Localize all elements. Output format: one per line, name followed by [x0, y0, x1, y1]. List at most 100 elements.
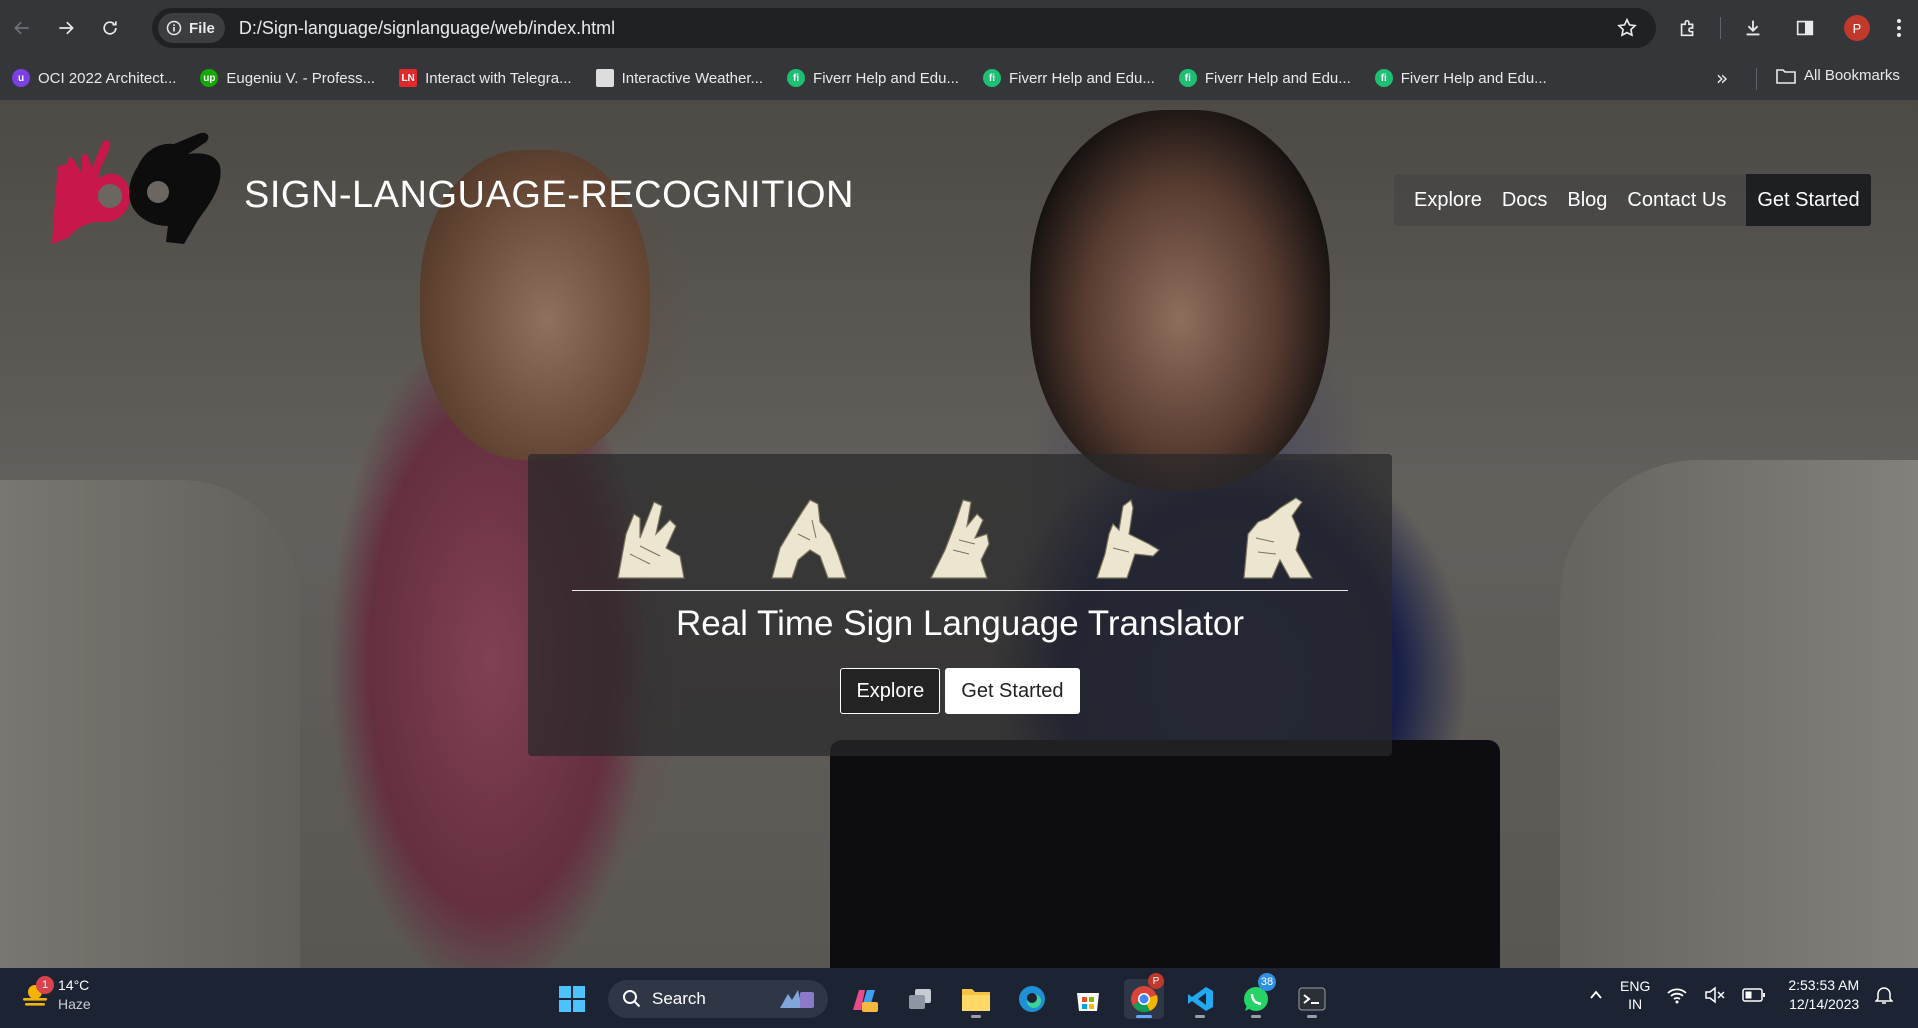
site-title[interactable]: SIGN-LANGUAGE-RECOGNITION	[244, 174, 854, 217]
taskbar-app-chrome[interactable]: P	[1124, 973, 1164, 1019]
whatsapp-unread-badge: 38	[1258, 973, 1276, 991]
bookmarks-divider	[1756, 68, 1757, 90]
bookmark-label: Fiverr Help and Edu...	[1400, 69, 1547, 87]
start-button[interactable]	[552, 979, 592, 1019]
taskbar-app-file-explorer[interactable]	[956, 979, 996, 1019]
bookmark-label: Fiverr Help and Edu...	[1008, 69, 1155, 87]
hero-get-started-button[interactable]: Get Started	[945, 668, 1080, 714]
clock-time: 2:53:53 AM	[1788, 977, 1860, 993]
bookmark-item[interactable]: up Eugeniu V. - Profess...	[200, 69, 375, 87]
bookmark-label: Eugeniu V. - Profess...	[226, 69, 376, 87]
hero-divider	[572, 590, 1348, 591]
bookmark-item[interactable]: LN Interact with Telegra...	[399, 69, 572, 87]
bookmarks-bar: u OCI 2022 Architect... up Eugeniu V. - Pro…	[0, 56, 1918, 100]
back-button[interactable]	[0, 6, 44, 50]
menu-button[interactable]	[1889, 8, 1909, 48]
all-bookmarks-label: All Bookmarks	[1804, 67, 1900, 84]
bookmark-label: Fiverr Help and Edu...	[813, 69, 959, 87]
puzzle-icon	[1680, 19, 1694, 37]
address-bar[interactable]: File D:/Sign-language/signlanguage/web/i…	[152, 8, 1656, 48]
fiverr-icon: fi	[787, 69, 806, 87]
site-logo[interactable]	[48, 126, 224, 248]
reload-icon	[103, 21, 117, 35]
search-icon	[623, 990, 641, 1008]
bookmark-item[interactable]: Interactive Weather...	[595, 69, 764, 87]
black-hand-icon	[129, 132, 221, 244]
folder-icon	[1776, 68, 1796, 84]
edge-icon	[1019, 986, 1045, 1012]
bookmark-item[interactable]: fi Fiverr Help and Edu...	[982, 69, 1155, 87]
hero-card: Real Time Sign Language Translator Explo…	[528, 454, 1392, 756]
taskbar-app-vscode[interactable]	[1180, 979, 1220, 1019]
taskbar-app-copilot[interactable]	[844, 979, 884, 1019]
nav-docs[interactable]: Docs	[1492, 174, 1558, 226]
site-info-chip[interactable]: File	[158, 13, 225, 43]
battery-icon[interactable]	[1742, 987, 1766, 1003]
sign-hand-icon	[1095, 498, 1160, 579]
system-clock[interactable]: 2:53:53 AM 12/14/2023	[1788, 976, 1859, 1014]
weather-badge: 1	[36, 976, 54, 994]
taskbar-app-task-view[interactable]	[900, 979, 940, 1019]
temperature-text: 14°C	[58, 977, 90, 993]
main-nav: Explore Docs Blog Contact Us Get Started	[1394, 174, 1871, 226]
taskbar-app-terminal[interactable]	[1292, 979, 1332, 1019]
bookmark-item[interactable]: fi Fiverr Help and Edu...	[787, 69, 959, 87]
notification-bell-icon[interactable]	[1875, 985, 1894, 1005]
bookmark-label: OCI 2022 Architect...	[38, 69, 177, 87]
sign-hand-icon	[617, 501, 685, 579]
taskbar-app-whatsapp[interactable]: 38	[1236, 973, 1276, 1019]
info-icon	[166, 20, 182, 36]
all-bookmarks-button[interactable]: All Bookmarks	[1776, 67, 1900, 84]
side-panel-button[interactable]	[1785, 8, 1825, 48]
copilot-icon	[853, 990, 878, 1012]
region-code: IN	[1628, 996, 1643, 1012]
reload-button[interactable]	[88, 6, 132, 50]
taskbar-app-edge[interactable]	[1012, 979, 1052, 1019]
downloads-button[interactable]	[1733, 8, 1773, 48]
forward-arrow-icon	[59, 21, 74, 35]
clock-date: 12/14/2023	[1789, 996, 1860, 1012]
running-indicator	[971, 1015, 981, 1018]
background-photo-laptop	[830, 740, 1500, 968]
bookmark-item[interactable]: u OCI 2022 Architect...	[12, 69, 176, 87]
hero-title: Real Time Sign Language Translator	[675, 604, 1245, 643]
wifi-icon[interactable]	[1666, 986, 1688, 1004]
bookmark-star-icon[interactable]	[1616, 17, 1638, 39]
chrome-profile-badge: P	[1148, 973, 1164, 989]
file-explorer-icon	[962, 989, 990, 1011]
side-panel-icon	[1796, 20, 1814, 36]
bookmark-item[interactable]: fi Fiverr Help and Edu...	[1178, 69, 1351, 87]
scheme-label: File	[189, 19, 215, 37]
nav-explore[interactable]: Explore	[1394, 174, 1492, 226]
bookmark-label: Interactive Weather...	[621, 69, 764, 87]
taskbar-search[interactable]: Search	[608, 980, 828, 1018]
sign-hands-row	[610, 494, 1322, 580]
page-icon	[595, 69, 614, 87]
forward-button[interactable]	[44, 6, 88, 50]
fiverr-icon: fi	[1374, 69, 1393, 87]
task-view-icon	[909, 989, 931, 1009]
input-language-indicator[interactable]: ENG IN	[1620, 977, 1650, 1013]
bookmark-label: Interact with Telegra...	[425, 69, 572, 87]
bookmark-item[interactable]: fi Fiverr Help and Edu...	[1374, 69, 1547, 87]
weather-widget[interactable]: 1 14°C Haze	[20, 976, 91, 1014]
taskbar-app-store[interactable]	[1068, 979, 1108, 1019]
hero-explore-button[interactable]: Explore	[840, 668, 941, 714]
toolbar-divider	[1720, 17, 1721, 39]
running-indicator	[1251, 1015, 1261, 1018]
web-page: SIGN-LANGUAGE-RECOGNITION Explore Docs B…	[0, 100, 1918, 968]
url-text[interactable]: D:/Sign-language/signlanguage/web/index.…	[239, 18, 615, 39]
ln-icon: LN	[399, 69, 418, 87]
background-photo-woman-head	[1030, 110, 1330, 490]
bookmarks-overflow-icon[interactable]: »	[1716, 66, 1728, 90]
nav-contact-us[interactable]: Contact Us	[1617, 174, 1736, 226]
volume-muted-icon[interactable]	[1704, 986, 1726, 1004]
profile-button[interactable]: P	[1837, 8, 1877, 48]
nav-get-started-button[interactable]: Get Started	[1746, 174, 1871, 226]
windows-logo-icon	[559, 986, 585, 1012]
chevron-up-icon[interactable]	[1588, 987, 1604, 1003]
nav-blog[interactable]: Blog	[1557, 174, 1617, 226]
weather-condition-text: Haze	[58, 996, 91, 1012]
extensions-button[interactable]	[1668, 8, 1708, 48]
windows-taskbar: 1 14°C Haze Search P 38 ENG IN 2:53:53 A…	[0, 968, 1918, 1028]
